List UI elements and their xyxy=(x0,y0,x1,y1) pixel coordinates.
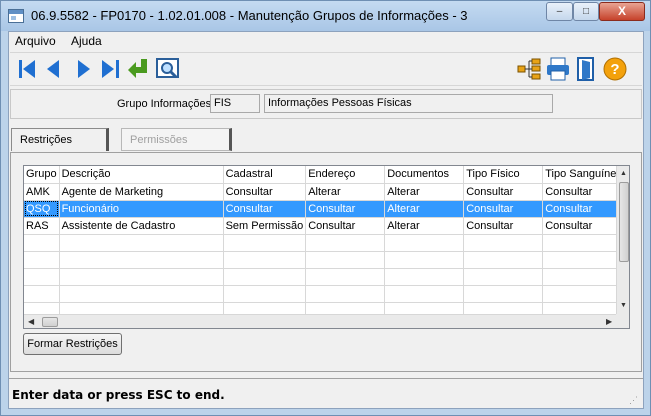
group-description-field: Informações Pessoas Físicas xyxy=(264,94,553,113)
return-icon[interactable] xyxy=(126,56,152,82)
grid-cell: Alterar xyxy=(305,183,386,201)
restrictions-grid[interactable]: Grupo Descrição Cadastral Endereço Docum… xyxy=(23,165,630,329)
grid-cell: Sem Permissão xyxy=(223,217,307,235)
horizontal-scroll-thumb[interactable] xyxy=(42,317,58,327)
table-row[interactable]: AMK Agente de Marketing Consultar Altera… xyxy=(24,183,626,201)
grid-cell: Consultar xyxy=(542,200,626,218)
title-bar[interactable]: 06.9.5582 - FP0170 - 1.02.01.008 - Manut… xyxy=(1,1,650,31)
next-record-icon[interactable] xyxy=(70,56,96,82)
first-record-icon[interactable] xyxy=(15,56,41,82)
menu-ajuda[interactable]: Ajuda xyxy=(71,34,102,48)
grid-cell: QSQ xyxy=(24,200,60,218)
grid-cell: Agente de Marketing xyxy=(59,183,224,201)
status-message: Enter data or press ESC to end. xyxy=(12,388,225,402)
grid-cell: RAS xyxy=(24,217,60,235)
close-button[interactable]: X xyxy=(599,2,645,21)
vertical-scroll-thumb[interactable] xyxy=(619,182,629,262)
grid-cell: Consultar xyxy=(305,217,386,235)
empty-row[interactable] xyxy=(24,285,626,303)
app-icon-bar xyxy=(9,10,23,14)
application-window: 06.9.5582 - FP0170 - 1.02.01.008 - Manut… xyxy=(0,0,651,416)
grid-cell: Consultar xyxy=(223,200,307,218)
zoom-search-icon[interactable] xyxy=(155,56,181,82)
grid-cell: Alterar xyxy=(384,183,465,201)
scrollbar-corner xyxy=(616,314,629,328)
group-code-field: FIS xyxy=(210,94,260,113)
tab-permissoes[interactable]: Permissões xyxy=(121,128,232,151)
maximize-button[interactable]: □ xyxy=(573,2,599,21)
client-area: Arquivo Ajuda ? Grupo Informações: FIS I… xyxy=(8,31,644,409)
app-window-icon xyxy=(8,9,24,23)
grid-cell: Consultar xyxy=(223,183,307,201)
grid-cell: Alterar xyxy=(384,217,465,235)
menu-arquivo[interactable]: Arquivo xyxy=(15,34,56,48)
tree-structure-icon[interactable] xyxy=(516,56,542,82)
toolbar: ? xyxy=(10,52,642,86)
app-icon-pane xyxy=(11,16,16,20)
group-info-label: Grupo Informações: xyxy=(117,98,215,110)
column-header-descricao[interactable]: Descrição xyxy=(59,166,224,184)
help-icon[interactable]: ? xyxy=(602,56,628,82)
table-row-selected[interactable]: QSQ Funcionário Consultar Consultar Alte… xyxy=(24,200,626,218)
scroll-right-icon[interactable]: ▶ xyxy=(606,317,612,326)
tab-restricoes[interactable]: Restrições xyxy=(11,128,109,151)
horizontal-scrollbar[interactable]: ◀ ▶ xyxy=(24,314,616,328)
minimize-button[interactable]: – xyxy=(546,2,573,21)
grid-cell: Consultar xyxy=(542,183,626,201)
vertical-scrollbar[interactable]: ▲ ▼ xyxy=(616,166,629,314)
previous-record-icon[interactable] xyxy=(41,56,67,82)
table-header-row: Grupo Descrição Cadastral Endereço Docum… xyxy=(24,166,626,184)
grid-cell: Consultar xyxy=(463,217,544,235)
exit-door-icon[interactable] xyxy=(573,56,599,82)
column-header-endereco[interactable]: Endereço xyxy=(305,166,386,184)
grid-cell: Assistente de Cadastro xyxy=(59,217,224,235)
column-header-cadastral[interactable]: Cadastral xyxy=(223,166,307,184)
restricoes-tab-panel: Grupo Descrição Cadastral Endereço Docum… xyxy=(10,152,642,372)
empty-row[interactable] xyxy=(24,234,626,252)
last-record-icon[interactable] xyxy=(97,56,123,82)
scroll-down-icon[interactable]: ▼ xyxy=(620,302,627,309)
print-icon[interactable] xyxy=(545,56,571,82)
column-header-documentos[interactable]: Documentos xyxy=(384,166,465,184)
scroll-up-icon[interactable]: ▲ xyxy=(620,170,627,177)
grid-cell: Alterar xyxy=(384,200,465,218)
grid-cell: Consultar xyxy=(463,183,544,201)
column-header-grupo[interactable]: Grupo xyxy=(24,166,60,184)
grid-cell: Consultar xyxy=(542,217,626,235)
resize-grip-icon[interactable]: ⋰ xyxy=(629,395,638,406)
scroll-left-icon[interactable]: ◀ xyxy=(28,317,34,326)
table-row[interactable]: RAS Assistente de Cadastro Sem Permissão… xyxy=(24,217,626,235)
grid-cell: Consultar xyxy=(305,200,386,218)
restrictions-table: Grupo Descrição Cadastral Endereço Docum… xyxy=(24,166,626,320)
menu-bar: Arquivo Ajuda xyxy=(9,32,643,51)
grid-cell: AMK xyxy=(24,183,60,201)
grid-cell: Consultar xyxy=(463,200,544,218)
column-header-tipo-fisico[interactable]: Tipo Físico xyxy=(463,166,544,184)
group-info-panel: Grupo Informações: FIS Informações Pesso… xyxy=(10,89,642,119)
empty-row[interactable] xyxy=(24,251,626,269)
grid-cell: Funcionário xyxy=(59,200,224,218)
empty-row[interactable] xyxy=(24,268,626,286)
column-header-tipo-sanguineo[interactable]: Tipo Sanguíneo xyxy=(542,166,626,184)
help-icon-glyph: ? xyxy=(610,61,619,78)
form-restrictions-button[interactable]: Formar Restrições xyxy=(23,333,122,355)
window-title: 06.9.5582 - FP0170 - 1.02.01.008 - Manut… xyxy=(31,8,468,23)
status-bar: Enter data or press ESC to end. ⋰ xyxy=(9,378,643,408)
